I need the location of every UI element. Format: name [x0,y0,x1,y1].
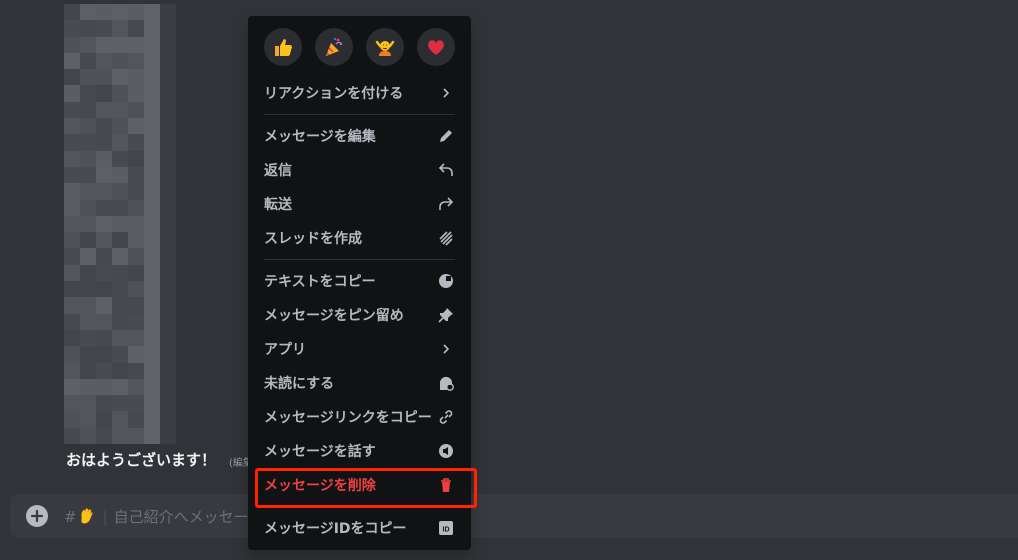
channel-hash: # [64,508,77,526]
menu-item-label: リアクションを付ける [264,86,404,102]
menu-item-label: メッセージリンクをコピー [264,410,432,426]
menu-item-delete-message[interactable]: メッセージを削除 [255,468,477,508]
input-placeholder: 自己紹介へメッセー [113,508,249,526]
menu-item-copy-message-id[interactable]: メッセージIDをコピー ID [256,511,463,545]
id-badge-icon: ID [437,519,455,537]
svg-text:ID: ID [443,527,450,534]
menu-item-label: 返信 [264,163,292,179]
chat-input-bar[interactable]: # | 自己紹介へメッセー [10,494,1018,538]
pixelated-image [64,4,176,444]
menu-item-reply[interactable]: 返信 [256,153,463,187]
menu-item-pin-message[interactable]: メッセージをピン留め [256,298,463,332]
menu-item-label: メッセージを話す [264,444,376,460]
menu-item-mark-unread[interactable]: 未読にする [256,366,463,400]
chevron-right-icon [437,340,455,358]
separator: | [102,508,108,526]
menu-item-label: メッセージをピン留め [264,308,404,324]
speaker-icon [437,442,455,460]
menu-item-apps[interactable]: アプリ [256,332,463,366]
menu-item-label: テキストをコピー [264,274,376,290]
add-attachment-button[interactable] [26,505,48,527]
reaction-party-popper-button[interactable] [315,28,353,66]
reaction-thumbs-up-button[interactable] [264,28,302,66]
party-popper-emoji-icon [326,38,343,56]
message-context-menu: リアクションを付ける メッセージを編集 返信 転送 スレッドを作成 テキストをコ… [248,16,477,550]
menu-divider [264,114,455,115]
menu-item-label: アプリ [264,342,306,358]
highlight-outline [255,468,477,508]
menu-item-label: 未読にする [264,376,335,392]
plus-icon [30,509,44,523]
pencil-icon [437,127,455,145]
person-raising-hands-emoji-icon [375,40,395,56]
message-content: おはようございます！ [66,451,217,469]
reply-arrow-icon [437,161,455,179]
menu-item-forward[interactable]: 転送 [256,187,463,221]
menu-item-copy-text[interactable]: テキストをコピー [256,264,463,298]
reaction-heart-button[interactable] [417,28,455,66]
menu-divider [264,259,455,260]
message-input[interactable]: # | 自己紹介へメッセー [64,506,249,527]
quick-reactions [256,24,463,76]
thread-icon [437,229,455,247]
menu-item-label: 転送 [264,197,292,213]
red-heart-emoji-icon [428,40,444,55]
menu-item-add-reaction[interactable]: リアクションを付ける [256,76,463,110]
menu-item-edit-message[interactable]: メッセージを編集 [256,119,463,153]
menu-item-label: メッセージIDをコピー [264,521,407,537]
waving-hand-emoji-icon [80,508,93,524]
chevron-right-icon [437,84,455,102]
thumbs-up-emoji-icon [275,39,292,56]
menu-item-label: スレッドを作成 [264,231,362,247]
menu-item-speak-message[interactable]: メッセージを話す [256,434,463,468]
forward-arrow-icon [437,195,455,213]
menu-item-label: メッセージを編集 [264,129,376,145]
link-icon [437,408,455,426]
mark-unread-icon [437,374,455,392]
menu-item-copy-message-link[interactable]: メッセージリンクをコピー [256,400,463,434]
menu-item-create-thread[interactable]: スレッドを作成 [256,221,463,255]
copy-icon [437,272,455,290]
reaction-raising-hands-button[interactable] [366,28,404,66]
pin-icon [437,306,455,324]
